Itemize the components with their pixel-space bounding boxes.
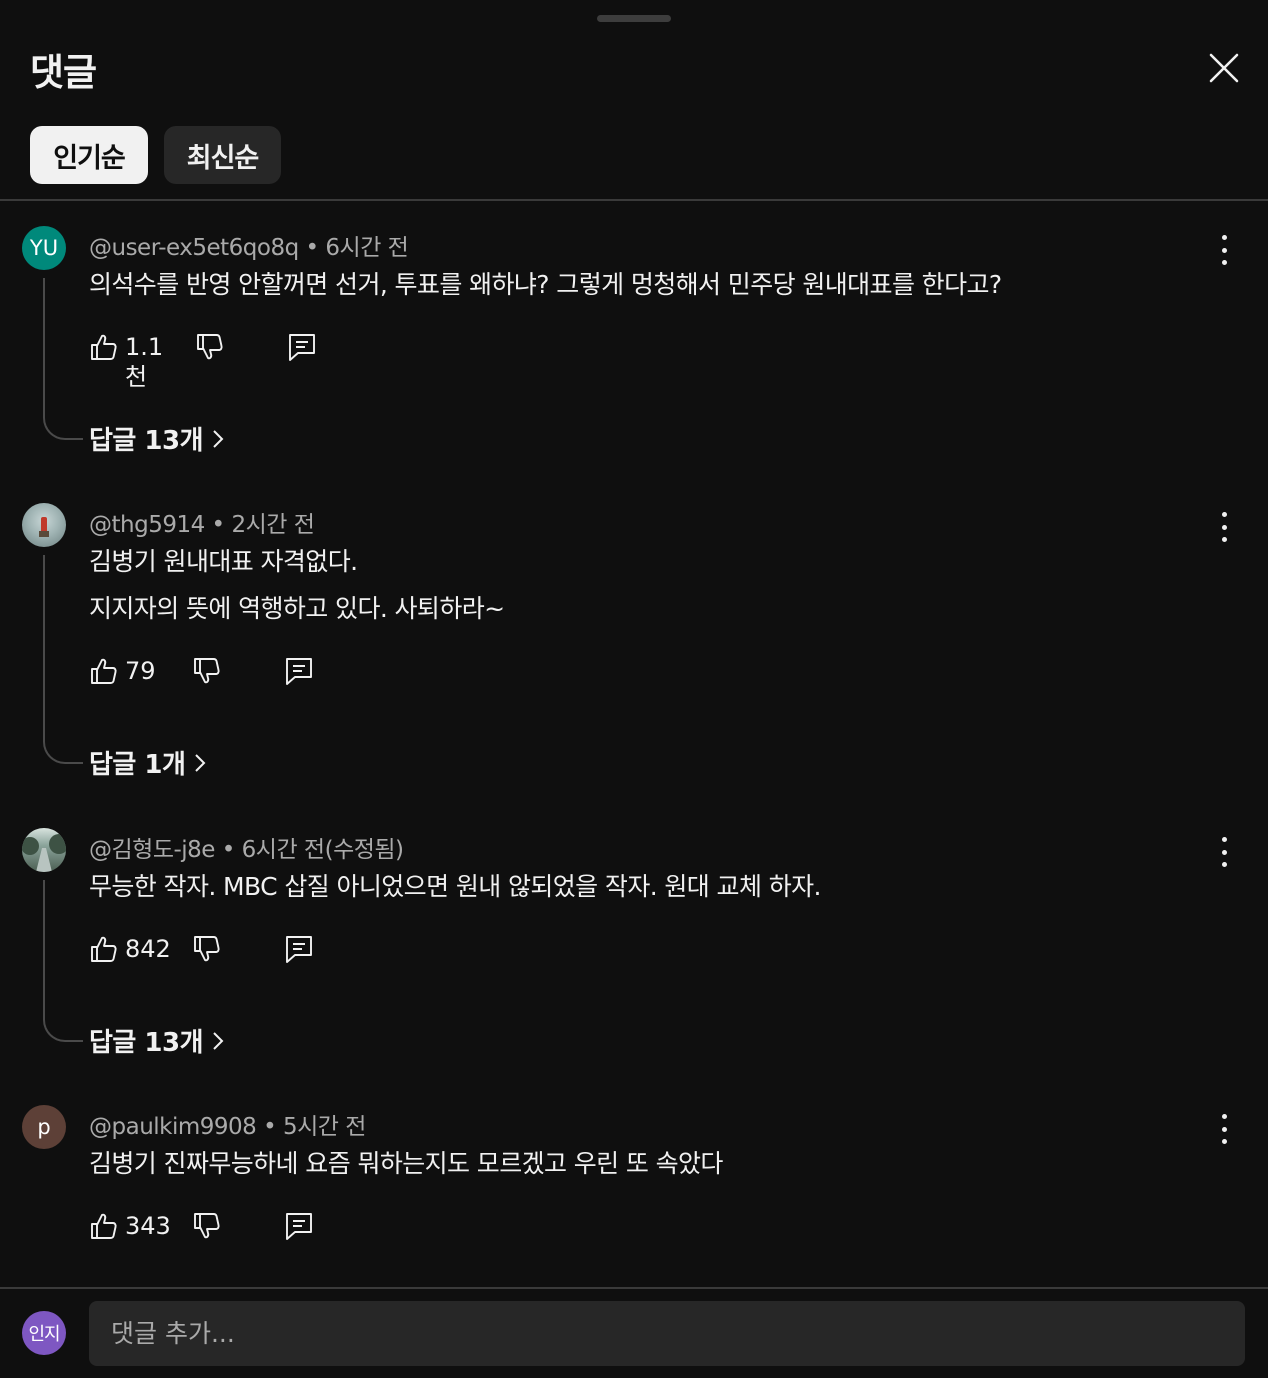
meta-separator: • bbox=[305, 235, 320, 261]
replies-label: 답글 1개 bbox=[89, 750, 186, 780]
thumbs-up-icon[interactable] bbox=[89, 656, 119, 686]
reply-icon[interactable] bbox=[284, 656, 314, 686]
sort-chip-newest[interactable]: 최신순 bbox=[164, 126, 281, 184]
thumbs-down-icon[interactable] bbox=[195, 332, 225, 362]
more-options-button[interactable] bbox=[1212, 837, 1236, 867]
more-options-button[interactable] bbox=[1212, 1114, 1236, 1144]
chevron-right-icon bbox=[213, 1031, 224, 1050]
comment-text-line: 지지자의 뜻에 역행하고 있다. 사퇴하라~ bbox=[89, 594, 505, 623]
current-user-avatar: 인지 bbox=[22, 1311, 66, 1355]
like-count: 79 bbox=[125, 657, 156, 685]
author-name[interactable]: @김형도-j8e bbox=[89, 837, 215, 863]
thread-line bbox=[43, 278, 83, 440]
chevron-right-icon bbox=[195, 753, 206, 772]
meta-separator: • bbox=[221, 837, 236, 863]
like-count: 1.1천 bbox=[125, 333, 164, 391]
avatar[interactable]: YU bbox=[22, 226, 66, 270]
view-replies-button[interactable]: 답글 13개 bbox=[89, 1022, 225, 1059]
view-replies-button[interactable]: 답글 13개 bbox=[89, 420, 225, 457]
avatar[interactable]: p bbox=[22, 1105, 66, 1149]
sort-chip-top[interactable]: 인기순 bbox=[30, 126, 148, 184]
more-vert-icon bbox=[1221, 512, 1227, 517]
comment-text-line: 김병기 원내대표 자격없다. bbox=[89, 547, 358, 576]
panel-title: 댓글 bbox=[30, 51, 97, 94]
add-comment-input[interactable] bbox=[89, 1301, 1245, 1366]
thumbs-down-icon[interactable] bbox=[192, 1211, 222, 1241]
view-replies-button[interactable]: 답글 1개 bbox=[89, 744, 207, 781]
more-vert-icon bbox=[1221, 837, 1227, 842]
author-name[interactable]: @paulkim9908 bbox=[89, 1114, 257, 1140]
thumbs-down-icon[interactable] bbox=[192, 656, 222, 686]
more-vert-icon bbox=[1221, 1114, 1227, 1119]
comment-time: 5시간 전 bbox=[283, 1114, 366, 1140]
more-options-button[interactable] bbox=[1212, 512, 1236, 542]
chevron-right-icon bbox=[213, 429, 224, 448]
thumbs-up-icon[interactable] bbox=[89, 332, 119, 362]
thumbs-down-icon[interactable] bbox=[192, 934, 222, 964]
close-icon bbox=[1209, 53, 1239, 83]
comment-meta: @paulkim9908 • 5시간 전 bbox=[89, 1107, 366, 1141]
reply-icon[interactable] bbox=[284, 934, 314, 964]
comment-text: 김병기 진짜무능하네 요즘 뭐하는지도 모르겠고 우린 또 속았다 bbox=[89, 1149, 723, 1178]
composer-divider bbox=[0, 1287, 1268, 1289]
comment-meta: @user-ex5et6qo8q • 6시간 전 bbox=[89, 228, 409, 262]
avatar-image bbox=[22, 834, 66, 872]
comment-meta: @김형도-j8e • 6시간 전(수정됨) bbox=[89, 830, 404, 864]
avatar-image bbox=[39, 517, 49, 537]
avatar[interactable] bbox=[22, 828, 66, 872]
replies-label: 답글 13개 bbox=[89, 1028, 204, 1058]
comment-text: 의석수를 반영 안할꺼면 선거, 투표를 왜하냐? 그렇게 멍청해서 민주당 원… bbox=[89, 270, 1002, 299]
reply-icon[interactable] bbox=[287, 332, 317, 362]
thumbs-up-icon[interactable] bbox=[89, 934, 119, 964]
comment-time: 2시간 전 bbox=[231, 512, 315, 538]
comment-meta: @thg5914 • 2시간 전 bbox=[89, 505, 315, 539]
thumbs-up-icon[interactable] bbox=[89, 1211, 119, 1241]
meta-separator: • bbox=[263, 1114, 277, 1140]
comment-text: 무능한 작자. MBC 삽질 아니었으면 원내 않되었을 작자. 원대 교체 하… bbox=[89, 872, 821, 901]
like-count: 842 bbox=[125, 935, 171, 963]
replies-label: 답글 13개 bbox=[89, 426, 204, 456]
meta-separator: • bbox=[211, 512, 226, 538]
more-options-button[interactable] bbox=[1212, 235, 1236, 265]
close-button[interactable] bbox=[1202, 46, 1246, 90]
reply-icon[interactable] bbox=[284, 1211, 314, 1241]
comment-time: 6시간 전(수정됨) bbox=[241, 837, 404, 863]
drag-handle[interactable] bbox=[597, 15, 671, 22]
like-count: 343 bbox=[125, 1212, 171, 1240]
comment-time: 6시간 전 bbox=[325, 235, 409, 261]
thread-line bbox=[43, 880, 83, 1042]
author-name[interactable]: @thg5914 bbox=[89, 512, 205, 538]
more-vert-icon bbox=[1221, 235, 1227, 240]
author-name[interactable]: @user-ex5et6qo8q bbox=[89, 235, 299, 261]
avatar[interactable] bbox=[22, 503, 66, 547]
thread-line bbox=[43, 555, 83, 764]
header-divider bbox=[0, 199, 1268, 201]
